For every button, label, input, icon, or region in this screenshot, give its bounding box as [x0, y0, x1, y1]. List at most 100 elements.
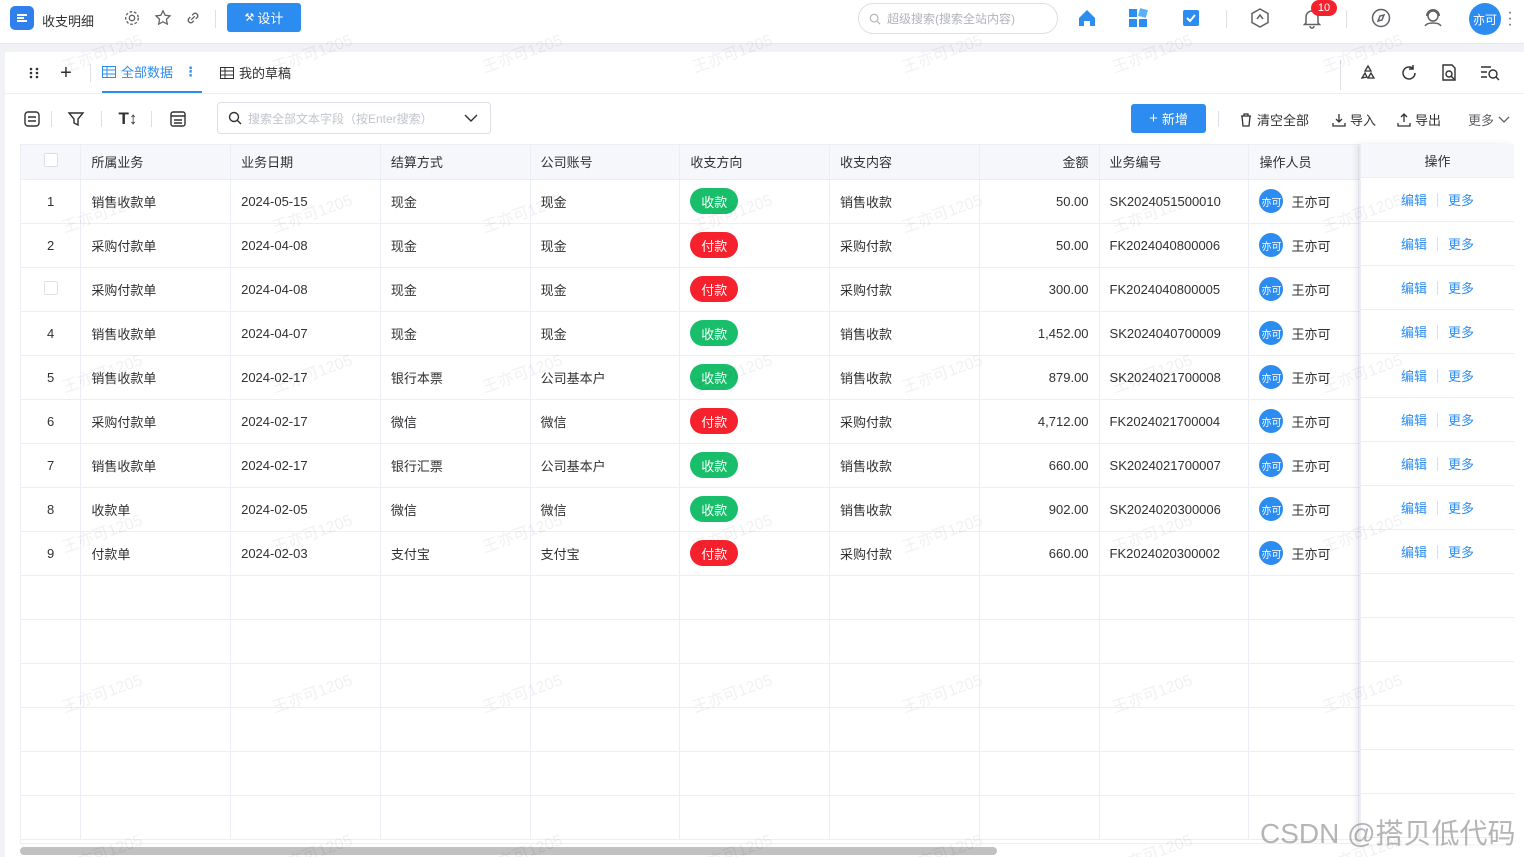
- select-all-cell[interactable]: [21, 145, 82, 180]
- drag-handle-icon[interactable]: [25, 64, 43, 82]
- operator-avatar: 亦可: [1259, 453, 1284, 477]
- user-avatar[interactable]: 亦可: [1469, 3, 1501, 35]
- table-row[interactable]: 4 销售收款单 2024-04-07 现金 现金 收款 销售收款 1,452.00 SK2024…: [21, 311, 1513, 356]
- cell-code: SK2024021700008: [1099, 355, 1250, 400]
- more-vertical-icon[interactable]: · · ·: [1506, 5, 1514, 33]
- filter-icon[interactable]: [66, 109, 86, 129]
- refresh-icon[interactable]: [1399, 63, 1419, 83]
- edit-link[interactable]: 编辑: [1401, 234, 1427, 253]
- export-button[interactable]: 导出: [1397, 110, 1441, 129]
- select-all-checkbox[interactable]: [43, 153, 58, 168]
- document-search-icon[interactable]: [1439, 63, 1459, 83]
- chevron-down-icon[interactable]: [464, 114, 478, 122]
- column-header[interactable]: 业务编号: [1099, 145, 1250, 180]
- table-row[interactable]: 7 销售收款单 2024-02-17 银行汇票 公司基本户 收款 销售收款 660.00 SK2…: [21, 443, 1513, 488]
- column-header[interactable]: 结算方式: [380, 145, 531, 180]
- tab-all-data[interactable]: 全部数据 ⋮: [102, 52, 202, 93]
- table-search-input[interactable]: 搜索全部文本字段（按Enter搜索）: [217, 102, 491, 134]
- column-header[interactable]: 金额: [979, 145, 1100, 180]
- more-link[interactable]: 更多: [1448, 322, 1474, 341]
- cell-direction: 付款: [679, 399, 831, 444]
- empty-cell: [230, 751, 381, 796]
- cell-direction: 收款: [679, 487, 831, 532]
- home-icon[interactable]: [1074, 5, 1100, 31]
- edit-link[interactable]: 编辑: [1401, 322, 1427, 341]
- column-header[interactable]: 公司账号: [530, 145, 681, 180]
- row-index[interactable]: 6: [21, 399, 82, 444]
- operator-avatar: 亦可: [1259, 233, 1284, 257]
- design-button[interactable]: ⚒ 设计: [227, 3, 301, 32]
- task-check-icon[interactable]: [1178, 5, 1204, 31]
- user-service-icon[interactable]: [1420, 5, 1446, 31]
- cell-content: 采购付款: [829, 267, 980, 312]
- more-link[interactable]: 更多: [1448, 454, 1474, 473]
- cell-biz: 销售收款单: [80, 443, 232, 488]
- more-link[interactable]: 更多: [1448, 410, 1474, 429]
- column-header[interactable]: 操作人员: [1248, 145, 1360, 180]
- tab-menu-icon[interactable]: ⋮: [184, 64, 197, 80]
- table-row[interactable]: 9 付款单 2024-02-03 支付宝 支付宝 付款 采购付款 660.00 FK202402…: [21, 531, 1513, 576]
- table-row[interactable]: 6 采购付款单 2024-02-17 微信 微信 付款 采购付款 4,712.00 FK2024…: [21, 399, 1513, 444]
- edit-link[interactable]: 编辑: [1401, 190, 1427, 209]
- empty-cell: [530, 751, 681, 796]
- edit-link[interactable]: 编辑: [1401, 366, 1427, 385]
- row-index[interactable]: 7: [21, 443, 82, 488]
- more-link[interactable]: 更多: [1448, 278, 1474, 297]
- row-checkbox[interactable]: [43, 280, 58, 295]
- edit-link[interactable]: 编辑: [1401, 278, 1427, 297]
- star-icon[interactable]: [153, 8, 173, 28]
- settings-icon[interactable]: [122, 8, 142, 28]
- apps-icon[interactable]: [1125, 5, 1151, 31]
- row-index[interactable]: 2: [21, 223, 82, 268]
- link-icon[interactable]: [183, 8, 203, 28]
- table-row[interactable]: 5 销售收款单 2024-02-17 银行本票 公司基本户 收款 销售收款 879.00 SK2…: [21, 355, 1513, 400]
- sort-icon[interactable]: T↕: [117, 109, 139, 129]
- more-link[interactable]: 更多: [1448, 366, 1474, 385]
- empty-action-row: [1361, 574, 1514, 618]
- import-button[interactable]: 导入: [1332, 110, 1376, 129]
- clear-all-button[interactable]: 清空全部: [1239, 110, 1309, 129]
- global-search-input[interactable]: 超级搜索(搜索全站内容): [858, 3, 1058, 34]
- app-logo-icon[interactable]: [10, 6, 34, 30]
- column-header[interactable]: 所属业务: [80, 145, 232, 180]
- more-link[interactable]: 更多: [1448, 234, 1474, 253]
- recycle-icon[interactable]: [1358, 63, 1378, 83]
- tab-my-drafts[interactable]: 我的草稿: [220, 52, 291, 93]
- table-row[interactable]: 采购付款单 2024-04-08 现金 现金 付款 采购付款 300.00 FK2024040…: [21, 267, 1513, 312]
- horizontal-scrollbar[interactable]: [20, 847, 997, 855]
- print-icon[interactable]: [22, 109, 42, 129]
- more-link[interactable]: 更多: [1448, 542, 1474, 561]
- empty-cell: [829, 619, 980, 664]
- table-row[interactable]: 2 采购付款单 2024-04-08 现金 现金 付款 采购付款 50.00 FK2024040…: [21, 223, 1513, 268]
- list-search-icon[interactable]: [1480, 63, 1500, 83]
- row-index[interactable]: 1: [21, 179, 82, 224]
- workflow-icon[interactable]: [1247, 5, 1273, 31]
- more-link[interactable]: 更多: [1448, 190, 1474, 209]
- table-row[interactable]: 1 销售收款单 2024-05-15 现金 现金 收款 销售收款 50.00 SK2024051…: [21, 179, 1513, 224]
- empty-cell: [230, 575, 381, 620]
- row-index[interactable]: 5: [21, 355, 82, 400]
- add-record-button[interactable]: + 新增: [1131, 104, 1206, 133]
- column-settings-icon[interactable]: [168, 109, 188, 129]
- edit-link[interactable]: 编辑: [1401, 410, 1427, 429]
- row-index[interactable]: 9: [21, 531, 82, 576]
- table-row[interactable]: 8 收款单 2024-02-05 微信 微信 收款 销售收款 902.00 SK20240203…: [21, 487, 1513, 532]
- edit-link[interactable]: 编辑: [1401, 542, 1427, 561]
- edit-link[interactable]: 编辑: [1401, 498, 1427, 517]
- add-view-icon[interactable]: +: [56, 62, 76, 84]
- row-index[interactable]: 4: [21, 311, 82, 356]
- edit-link[interactable]: 编辑: [1401, 454, 1427, 473]
- more-link[interactable]: 更多: [1448, 498, 1474, 517]
- row-select-cell[interactable]: [21, 267, 82, 312]
- column-header[interactable]: 收支方向: [679, 145, 831, 180]
- cell-date: 2024-04-08: [230, 267, 381, 312]
- more-menu-button[interactable]: 更多: [1468, 110, 1510, 129]
- empty-cell: [1248, 575, 1360, 620]
- column-header[interactable]: 收支内容: [829, 145, 980, 180]
- row-index[interactable]: 8: [21, 487, 82, 532]
- column-header[interactable]: 业务日期: [230, 145, 381, 180]
- notification-badge: 10: [1311, 0, 1337, 16]
- empty-cell: [530, 575, 681, 620]
- empty-cell: [1099, 575, 1250, 620]
- compass-icon[interactable]: [1368, 5, 1394, 31]
